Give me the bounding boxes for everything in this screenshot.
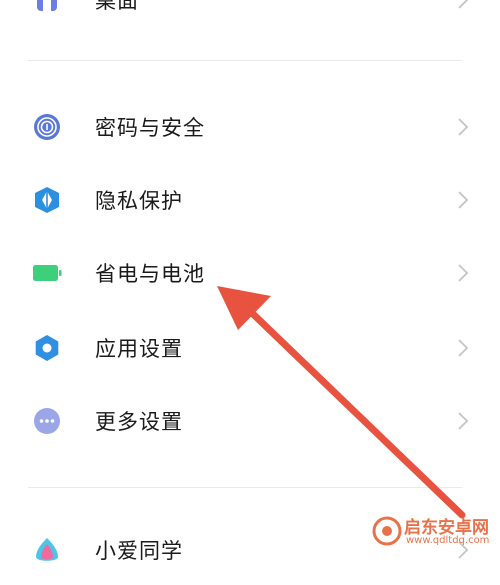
xiaoai-icon <box>32 535 62 565</box>
settings-item-privacy[interactable]: 隐私保护 <box>0 165 500 235</box>
section-divider <box>28 60 462 61</box>
watermark-logo-icon <box>372 516 402 546</box>
gear-icon <box>32 333 62 363</box>
settings-item-password-security[interactable]: 密码与安全 <box>0 92 500 162</box>
settings-item-app-settings[interactable]: 应用设置 <box>0 313 500 383</box>
settings-item-label: 应用设置 <box>95 337 183 361</box>
battery-icon <box>32 258 62 288</box>
watermark-url: www.qdltdq.com <box>406 535 490 546</box>
settings-item-label: 隐私保护 <box>95 189 183 213</box>
settings-item-label: 密码与安全 <box>95 116 205 140</box>
settings-item-label: 小爱同学 <box>95 539 183 563</box>
chevron-right-icon <box>456 116 470 138</box>
settings-item-battery[interactable]: 省电与电池 <box>0 238 500 308</box>
settings-item-desktop[interactable]: 桌面 <box>0 0 500 35</box>
desktop-icon <box>32 0 62 15</box>
section-divider <box>28 487 462 488</box>
settings-item-label: 省电与电池 <box>95 262 205 286</box>
chevron-right-icon <box>456 410 470 432</box>
fingerprint-icon <box>32 112 62 142</box>
more-dots-icon <box>32 406 62 436</box>
settings-item-more-settings[interactable]: 更多设置 <box>0 386 500 456</box>
chevron-right-icon <box>456 337 470 359</box>
privacy-shield-icon <box>32 185 62 215</box>
watermark: 启东安卓网 www.qdltdq.com <box>372 512 498 552</box>
settings-item-label: 桌面 <box>95 0 139 13</box>
settings-item-label: 更多设置 <box>95 410 183 434</box>
chevron-right-icon <box>456 262 470 284</box>
chevron-right-icon <box>456 189 470 211</box>
chevron-right-icon <box>456 0 470 11</box>
